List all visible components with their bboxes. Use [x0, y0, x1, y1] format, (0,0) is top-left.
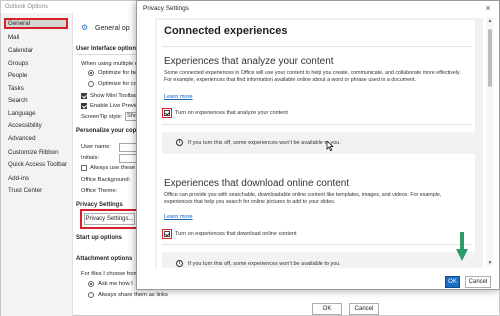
connected-experiences-heading: Connected experiences — [164, 25, 288, 37]
analyze-checkbox-label: Turn on experiences that analyze your co… — [175, 110, 288, 116]
always-use-label: Always use these v — [90, 165, 140, 171]
download-info-box: i If you turn this off, some experiences… — [162, 252, 475, 268]
analyze-heading: Experiences that analyze your content — [164, 56, 334, 67]
download-checkbox-highlight — [162, 229, 172, 239]
sidebar-item-language[interactable]: Language — [4, 108, 68, 119]
options-sidebar: General Mail Calendar Groups People Task… — [1, 13, 73, 316]
live-preview-label: Enable Live Preview — [90, 103, 143, 109]
sidebar-item-add-ins[interactable]: Add-ins — [4, 173, 68, 184]
analyze-info-text: If you turn this off, some experiences w… — [188, 140, 341, 146]
divider — [162, 244, 472, 245]
ask-me-radio[interactable] — [88, 281, 94, 287]
download-learn-more-link[interactable]: Learn more — [164, 214, 193, 220]
sidebar-item-advanced[interactable]: Advanced — [4, 133, 68, 144]
divider — [76, 54, 136, 55]
download-info-text: If you turn this off, some experiences w… — [188, 261, 341, 267]
analyze-description: Some connected experiences in Office wil… — [164, 70, 461, 83]
sidebar-item-groups[interactable]: Groups — [4, 58, 68, 69]
arrow-down-icon — [456, 232, 468, 261]
office-background-label: Office Background: — [81, 177, 131, 183]
analyze-checkbox-highlight — [162, 108, 172, 118]
scroll-thumb[interactable] — [488, 29, 492, 87]
optimize-compatibility-label: Optimize for co — [98, 81, 137, 87]
sidebar-item-customize-ribbon[interactable]: Customize Ribbon — [4, 147, 68, 158]
window-title: Outlook Options — [5, 4, 49, 10]
divider — [162, 46, 472, 47]
download-checkbox-label: Turn on experiences that download online… — [175, 231, 297, 237]
mouse-cursor-icon — [326, 141, 334, 151]
attachment-files-label: For files I choose from — [81, 271, 139, 277]
live-preview-checkbox[interactable] — [81, 103, 87, 109]
sidebar-item-people[interactable]: People — [4, 70, 68, 81]
scroll-down-icon[interactable]: ▼ — [486, 259, 494, 267]
analyze-content-checkbox[interactable] — [164, 110, 170, 116]
connected-experiences-card: Connected experiences Experiences that a… — [157, 20, 475, 268]
ask-me-label: Ask me how I — [98, 281, 133, 287]
mini-toolbar-label: Show Mini Toolbar — [90, 93, 138, 99]
personalize-heading: Personalize your copy o — [76, 128, 146, 134]
download-description: Office can provide you with searchable, … — [164, 192, 442, 205]
general-options-header: General op — [95, 25, 130, 32]
mini-toolbar-checkbox[interactable] — [81, 93, 87, 99]
close-icon[interactable]: × — [481, 2, 495, 16]
privacy-settings-button[interactable]: Privacy Settings... — [84, 213, 135, 225]
optimize-appearance-radio[interactable] — [88, 70, 94, 76]
info-icon: i — [176, 260, 183, 267]
sidebar-item-calendar[interactable]: Calendar — [4, 45, 68, 56]
sidebar-item-trust-center[interactable]: Trust Center — [4, 185, 68, 196]
scroll-up-icon[interactable]: ▲ — [486, 17, 494, 25]
sidebar-item-accessibility[interactable]: Accessibility — [4, 120, 68, 131]
always-share-radio[interactable] — [88, 292, 94, 298]
options-ok-button[interactable]: OK — [312, 303, 342, 315]
startup-heading: Start up options — [76, 235, 122, 241]
sidebar-item-general[interactable]: General — [4, 18, 68, 29]
optimize-appearance-label: Optimize for be — [98, 70, 138, 76]
privacy-heading: Privacy Settings — [76, 202, 123, 208]
sidebar-item-quick-access-toolbar[interactable]: Quick Access Toolbar — [4, 159, 68, 170]
screentip-label: ScreenTip style: — [81, 114, 123, 120]
dialog-cancel-button[interactable]: Cancel — [465, 276, 491, 288]
info-icon: i — [176, 139, 183, 146]
always-share-label: Always share them as links — [98, 292, 168, 298]
divider — [162, 124, 472, 125]
initials-label: Initials: — [81, 155, 100, 161]
sidebar-item-search[interactable]: Search — [4, 95, 68, 106]
privacy-settings-dialog: Privacy Settings × Connected experiences… — [136, 0, 500, 290]
user-name-label: User name: — [81, 144, 111, 150]
office-theme-label: Office Theme: — [81, 188, 118, 194]
download-content-checkbox[interactable] — [164, 231, 170, 237]
sidebar-item-mail[interactable]: Mail — [4, 32, 68, 43]
attachment-heading: Attachment options — [76, 256, 133, 262]
general-icon: ⚙ — [81, 23, 89, 32]
sidebar-item-tasks[interactable]: Tasks — [4, 83, 68, 94]
dialog-title: Privacy Settings — [143, 5, 189, 12]
analyze-info-box: i If you turn this off, some experiences… — [162, 132, 475, 154]
options-cancel-button[interactable]: Cancel — [349, 303, 379, 315]
dialog-ok-button[interactable]: OK — [445, 276, 460, 288]
download-heading: Experiences that download online content — [164, 178, 350, 189]
dialog-scroll-pane: Connected experiences Experiences that a… — [155, 18, 483, 268]
optimize-compatibility-radio[interactable] — [88, 81, 94, 87]
ui-options-heading: User Interface options — [76, 46, 140, 52]
dialog-scrollbar[interactable]: ▲ ▼ — [486, 17, 494, 267]
always-use-checkbox[interactable] — [81, 165, 87, 171]
analyze-learn-more-link[interactable]: Learn more — [164, 94, 193, 100]
privacy-settings-highlight: Privacy Settings... — [80, 209, 139, 229]
multiple-displays-label: When using multiple d — [81, 61, 139, 67]
